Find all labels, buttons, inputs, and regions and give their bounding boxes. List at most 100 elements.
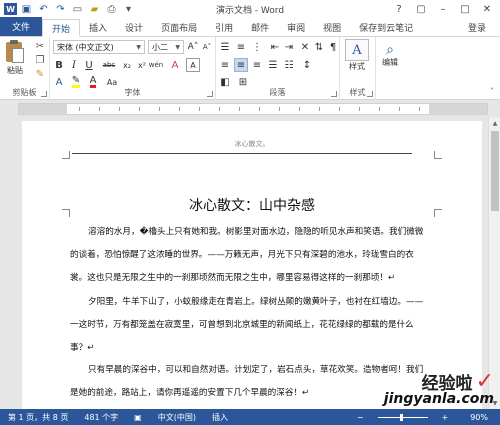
tab-mailings[interactable]: 邮件 xyxy=(242,18,278,36)
font-name-combo[interactable]: 宋体 (中文正文) ▼ xyxy=(53,40,145,54)
tab-file[interactable]: 文件 xyxy=(0,17,43,36)
document-title: 冰心散文：山中杂感 xyxy=(189,198,315,214)
strikethrough-button[interactable]: abc xyxy=(100,58,118,72)
subscript-button[interactable]: x₂ xyxy=(120,58,134,72)
underline-button[interactable]: U xyxy=(82,58,96,72)
editing-button[interactable]: ⌕ 编辑 xyxy=(382,42,398,68)
new-document-icon[interactable]: ▭ xyxy=(70,2,85,16)
page-header: 冰心散文。 xyxy=(234,140,270,148)
paragraph-line: 的谈着，恐怕惊醒了这浓睡的世界。——万籁无声，月光下只有深碧的池水，玲珑雪白的衣 xyxy=(70,250,414,260)
increase-indent-icon[interactable]: ⇥ xyxy=(282,40,296,54)
font-group: 宋体 (中文正文) ▼ 小二 ▼ A ˄ A ˅ B I U abc x₂ x² A ✎… xyxy=(50,37,216,100)
close-button[interactable]: ✕ xyxy=(476,0,498,18)
page-count[interactable]: 第 1 页，共 8 页 xyxy=(0,412,76,423)
copy-icon[interactable]: ❐ xyxy=(33,53,47,67)
tab-review[interactable]: 审阅 xyxy=(278,18,314,36)
format-painter-icon[interactable]: ✎ xyxy=(33,67,47,81)
chevron-down-icon: ▼ xyxy=(175,43,180,51)
tab-save-to-cloud[interactable]: 保存到云笔记 xyxy=(350,18,422,36)
sort-icon[interactable]: ⇅ xyxy=(312,40,326,54)
zoom-controls: − + 90% xyxy=(349,413,500,422)
language[interactable]: 中文(中国) xyxy=(150,412,204,423)
print-icon[interactable]: ⎙ xyxy=(104,2,119,16)
zoom-out-icon[interactable]: − xyxy=(349,413,372,422)
tab-design[interactable]: 设计 xyxy=(116,18,152,36)
bullets-icon[interactable]: ☰ xyxy=(218,40,232,54)
font-launcher-icon[interactable] xyxy=(207,91,213,97)
paragraph-launcher-icon[interactable] xyxy=(331,91,337,97)
watermark-url: jingyanla.com xyxy=(383,391,494,407)
help-button[interactable]: ? xyxy=(388,0,410,18)
paragraph-line: 事？↵ xyxy=(70,343,95,353)
paragraph-line: 夕阳里，牛羊下山了，小蚁般缘走在青岩上。绿树丛颠的嫩黄叶子，也衬在红墙边。—— xyxy=(88,297,424,307)
maximize-button[interactable]: □ xyxy=(454,0,476,18)
shrink-font-button[interactable]: A ˅ xyxy=(200,40,214,54)
font-size-combo[interactable]: 小二 ▼ xyxy=(148,40,184,54)
document-page[interactable]: 冰心散文。 冰心散文：山中杂感 溶溶的水月，�櫓头上只有她和我。树影里对面水边，… xyxy=(22,121,482,409)
styles-button[interactable]: A 样式 xyxy=(345,39,369,72)
bold-button[interactable]: B xyxy=(52,58,66,72)
insert-mode[interactable]: 插入 xyxy=(204,412,236,423)
scrollbar-thumb[interactable] xyxy=(491,131,499,211)
customize-qat-icon[interactable]: ▾ xyxy=(121,2,136,16)
font-group-label: 字体 xyxy=(124,88,141,97)
login-link[interactable]: 登录 xyxy=(459,18,500,36)
italic-button[interactable]: I xyxy=(67,58,81,72)
clear-formatting-label: A xyxy=(171,59,179,71)
minimize-button[interactable]: – xyxy=(432,0,454,18)
proofing-icon[interactable]: ▣ xyxy=(126,413,150,422)
paragraph-3: 只有早晨的深谷中，可以和自然对语。计划定了，岩石点头，草花欢笑。造物者呵！我们 … xyxy=(70,359,432,405)
open-folder-icon[interactable]: ▰ xyxy=(87,2,102,16)
distributed-icon[interactable]: ☷ xyxy=(282,58,296,72)
numbering-icon[interactable]: ≡ xyxy=(234,40,248,54)
shrink-font-label: A xyxy=(202,43,208,51)
line-spacing-icon[interactable]: ↕ xyxy=(300,58,314,72)
chinese-layout-icon[interactable]: ✕ xyxy=(298,40,312,54)
tab-insert[interactable]: 插入 xyxy=(80,18,116,36)
align-center-icon[interactable]: ≡ xyxy=(234,58,248,72)
decrease-indent-icon[interactable]: ⇤ xyxy=(268,40,282,54)
collapse-ribbon-icon[interactable]: ˄ xyxy=(490,87,494,96)
zoom-in-icon[interactable]: + xyxy=(434,413,457,422)
paragraph-line: 溶溶的水月，�櫓头上只有她和我。树影里对面水边，隐隐的听见水声和笑语。我们微微 xyxy=(88,227,424,237)
cut-icon[interactable]: ✂ xyxy=(33,39,47,53)
enclose-characters-icon[interactable]: A xyxy=(186,58,200,72)
zoom-level[interactable]: 90% xyxy=(462,413,496,422)
grow-font-label: A xyxy=(187,42,194,52)
scroll-up-icon[interactable]: ▲ xyxy=(489,117,500,129)
paragraph-1: 溶溶的水月，�櫓头上只有她和我。树影里对面水边，隐隐的听见水声和笑语。我们微微 … xyxy=(70,221,432,290)
zoom-slider-knob[interactable] xyxy=(399,413,403,421)
word-count[interactable]: 481 个字 xyxy=(76,412,126,423)
styles-launcher-icon[interactable] xyxy=(367,91,373,97)
justify-icon[interactable]: ☰ xyxy=(266,58,280,72)
save-icon[interactable]: ▣ xyxy=(19,2,34,16)
phonetic-guide-button[interactable]: wén xyxy=(146,58,166,72)
horizontal-ruler[interactable] xyxy=(18,103,488,115)
vertical-scrollbar[interactable]: ▲ ▼ xyxy=(488,117,500,409)
paragraph-group-label: 段落 xyxy=(269,88,286,97)
zoom-slider[interactable] xyxy=(377,413,428,421)
ribbon-tabs: 文件 开始 插入 设计 页面布局 引用 邮件 审阅 视图 保存到云笔记 登录 xyxy=(0,17,500,37)
ribbon-display-button[interactable]: ▢ xyxy=(410,0,432,18)
undo-icon[interactable]: ↶ xyxy=(36,2,51,16)
paragraph-line: 是她的前途，路站上，请你再遥遥的安置下几个早晨的深谷！↵ xyxy=(70,388,310,398)
redo-icon[interactable]: ↷ xyxy=(53,2,68,16)
styles-label: 样式 xyxy=(349,62,365,71)
tab-view[interactable]: 视图 xyxy=(314,18,350,36)
align-right-icon[interactable]: ≡ xyxy=(250,58,264,72)
show-marks-icon[interactable]: ¶ xyxy=(326,40,340,54)
grow-font-button[interactable]: A ˄ xyxy=(186,40,200,54)
watermark: 经验啦 ✓ jingyanla.com xyxy=(384,369,494,407)
align-left-icon[interactable]: ≡ xyxy=(218,58,232,72)
paste-button[interactable]: 粘贴 xyxy=(4,39,26,76)
document-area[interactable]: 冰心散文。 冰心散文：山中杂感 溶溶的水月，�櫓头上只有她和我。树影里对面水边，… xyxy=(16,117,488,409)
clipboard-launcher-icon[interactable] xyxy=(41,91,47,97)
header-divider xyxy=(72,153,412,154)
tab-home[interactable]: 开始 xyxy=(42,19,81,37)
paragraph-group: ☰ ≡ ⋮ ⇤ ⇥ ✕ ⇅ ¶ ≡ ≡ ≡ ☰ ☷ ↕ ◧ ⊞ 段落 xyxy=(216,37,340,100)
multilevel-list-icon[interactable]: ⋮ xyxy=(250,40,264,54)
title-bar: W ▣ ↶ ↷ ▭ ▰ ⎙ ▾ 演示文档 - Word ? ▢ – □ ✕ xyxy=(0,0,500,18)
tab-page-layout[interactable]: 页面布局 xyxy=(152,18,206,36)
clear-formatting-button[interactable]: A xyxy=(168,58,182,72)
tab-references[interactable]: 引用 xyxy=(206,18,242,36)
